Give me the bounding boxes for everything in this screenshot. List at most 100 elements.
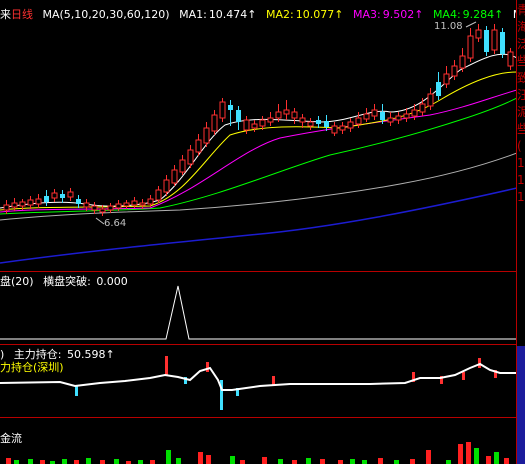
flow-bar bbox=[74, 460, 79, 464]
flow-bar bbox=[176, 458, 181, 464]
candle-body bbox=[443, 73, 450, 85]
candle-body bbox=[147, 198, 154, 205]
candle-body bbox=[387, 117, 394, 123]
candle-body bbox=[228, 105, 233, 110]
flow-bar bbox=[198, 452, 203, 464]
low-price-label: 6.64 bbox=[104, 218, 126, 229]
candle-body bbox=[76, 199, 81, 204]
flow-bar bbox=[426, 450, 431, 464]
panel-separator bbox=[0, 417, 517, 418]
candle-body bbox=[380, 112, 385, 120]
candle-body bbox=[115, 203, 122, 209]
candle-body bbox=[251, 123, 258, 129]
candle-body bbox=[267, 117, 274, 123]
candle-body bbox=[99, 208, 106, 213]
candle-body bbox=[491, 29, 498, 51]
flow-bar bbox=[138, 460, 143, 464]
panel-separator bbox=[0, 344, 517, 345]
flow-bar bbox=[6, 458, 11, 464]
right-blue-marker bbox=[517, 346, 525, 464]
flow-bar bbox=[486, 456, 491, 464]
flow-bar bbox=[230, 456, 235, 464]
candle-body bbox=[67, 191, 74, 198]
holding-tick bbox=[206, 362, 209, 372]
candle-body bbox=[19, 201, 26, 207]
candle-body bbox=[203, 127, 210, 144]
capital-flow-histogram bbox=[6, 442, 509, 464]
candle-body bbox=[347, 121, 354, 129]
candle-body bbox=[35, 198, 42, 205]
flow-bar bbox=[338, 460, 343, 464]
candle-body bbox=[467, 35, 474, 59]
candle-body bbox=[171, 169, 178, 184]
flow-bar bbox=[62, 459, 67, 464]
candle-body bbox=[371, 109, 378, 117]
candle-body bbox=[339, 125, 346, 131]
candle-body bbox=[275, 111, 282, 119]
holding-tick bbox=[165, 356, 168, 376]
candle-body bbox=[324, 121, 329, 127]
flow-bar bbox=[100, 460, 105, 464]
candle-body bbox=[259, 119, 266, 127]
candle-body bbox=[436, 82, 441, 96]
candle-body bbox=[395, 115, 402, 121]
candle-body bbox=[236, 110, 241, 122]
candle-body bbox=[451, 65, 458, 77]
flow-bar bbox=[410, 459, 415, 464]
holding-tick bbox=[75, 386, 78, 396]
candle-body bbox=[475, 29, 482, 39]
candle-body bbox=[484, 30, 489, 52]
candle-body bbox=[83, 202, 90, 208]
candle-body bbox=[363, 113, 370, 120]
breakout-panel-title: 盘(20) 横盘突破: 0.000 bbox=[0, 275, 128, 288]
holding-tick bbox=[462, 372, 465, 380]
candle-body bbox=[211, 114, 218, 132]
flow-bar bbox=[378, 458, 383, 464]
flow-bar bbox=[494, 452, 499, 464]
candle-body bbox=[44, 196, 49, 202]
holding-indicator-line bbox=[0, 362, 517, 391]
flow-bar bbox=[306, 458, 311, 464]
candle-body bbox=[291, 111, 298, 119]
candle-body bbox=[427, 93, 434, 107]
candle-body bbox=[219, 101, 226, 119]
candle-body bbox=[500, 32, 505, 54]
flow-bar bbox=[14, 460, 19, 464]
candle-body bbox=[91, 205, 98, 211]
flow-bar bbox=[458, 444, 463, 464]
flow-bar bbox=[474, 448, 479, 464]
candle-body bbox=[403, 113, 410, 119]
breakout-indicator-line bbox=[0, 285, 517, 340]
flow-bar bbox=[262, 457, 267, 464]
ma20-line bbox=[0, 89, 517, 213]
holding-bars bbox=[75, 356, 497, 410]
panel-separator bbox=[0, 271, 517, 272]
ma5-line bbox=[0, 53, 517, 209]
high-price-pointer bbox=[465, 21, 477, 28]
candle-body bbox=[131, 200, 138, 206]
right-info-text: 青 海 泛 些 致 汪 泥 些 ( 1 1 1 bbox=[517, 3, 525, 204]
flow-bar bbox=[446, 460, 451, 464]
flow-bar bbox=[40, 460, 45, 464]
ma30-line bbox=[0, 97, 517, 215]
candle-body bbox=[283, 109, 290, 115]
flow-bar bbox=[362, 460, 367, 464]
candle-body bbox=[179, 159, 186, 173]
candle-body bbox=[139, 202, 146, 206]
flow-bar bbox=[292, 460, 297, 464]
candle-body bbox=[299, 117, 306, 123]
price-chart[interactable]: 11.08 6.64 bbox=[0, 0, 517, 464]
flow-bar bbox=[240, 460, 245, 464]
candle-body bbox=[3, 204, 10, 211]
flow-bar bbox=[28, 459, 33, 464]
flow-bar bbox=[86, 458, 91, 464]
ma60-line bbox=[0, 152, 517, 221]
candle-body bbox=[163, 179, 170, 193]
candle-body bbox=[123, 202, 130, 207]
holding-panel-subtitle: 力持仓(深圳) bbox=[0, 361, 64, 374]
flow-bar bbox=[394, 460, 399, 464]
candle-body bbox=[507, 51, 514, 67]
flow-bar bbox=[114, 459, 119, 464]
candle-body bbox=[187, 149, 194, 165]
low-price-pointer bbox=[95, 217, 105, 225]
